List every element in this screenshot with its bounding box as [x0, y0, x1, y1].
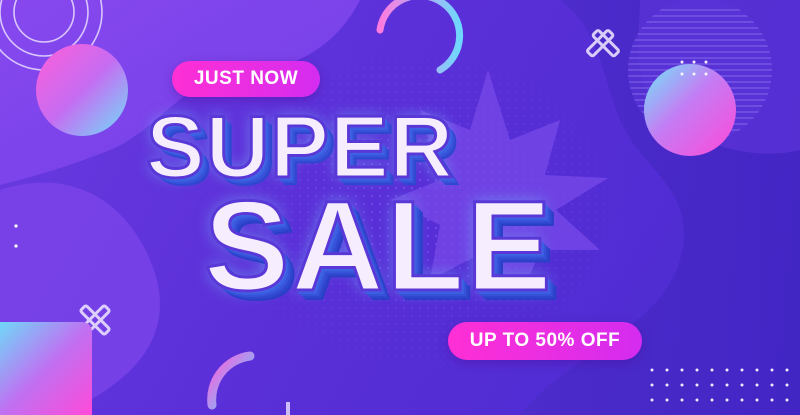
headline-sale: SALE — [202, 175, 554, 318]
gradient-sphere-icon — [644, 64, 736, 156]
just-now-label: JUST NOW — [193, 68, 299, 89]
just-now-badge: JUST NOW — [172, 61, 320, 97]
discount-badge: UP TO 50% OFF — [448, 322, 642, 360]
discount-label: UP TO 50% OFF — [469, 330, 621, 351]
gradient-square-shape — [0, 322, 92, 415]
gradient-sphere-icon — [36, 44, 128, 136]
sale-banner: JUST NOW SUPER SALE UP TO 50% OFF — [0, 0, 800, 415]
